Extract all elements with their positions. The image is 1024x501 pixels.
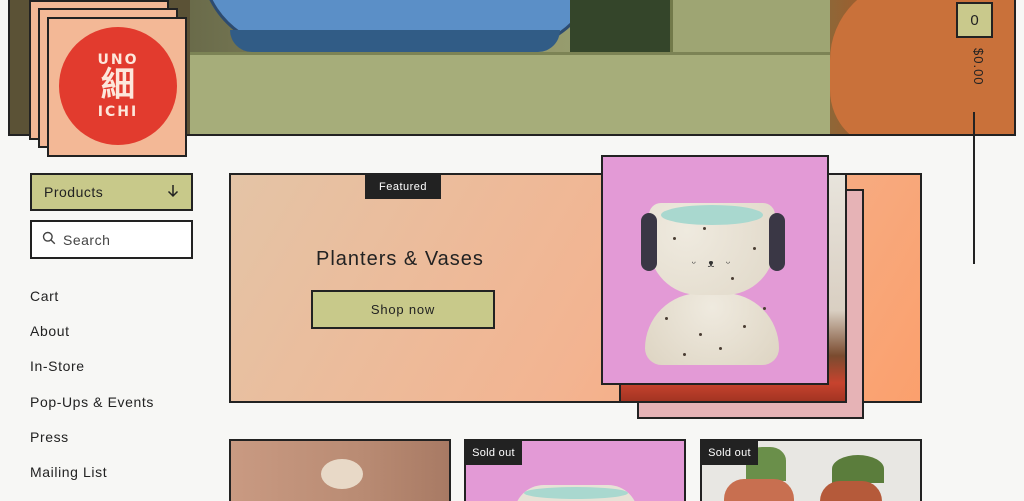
- product-image: [724, 479, 794, 501]
- concrete-slab-shape: [190, 52, 830, 134]
- products-dropdown-button[interactable]: Products: [30, 173, 193, 211]
- sold-out-badge: Sold out: [701, 441, 758, 465]
- product-card[interactable]: [229, 439, 451, 501]
- shop-now-button[interactable]: Shop now: [311, 290, 495, 329]
- search-icon: [42, 230, 56, 249]
- nav-item-pop-ups-events[interactable]: Pop-Ups & Events: [30, 394, 154, 429]
- sidebar-nav: Cart About In-Store Pop-Ups & Events Pre…: [30, 288, 154, 499]
- planter-ear-left: [641, 213, 657, 271]
- sold-out-badge: Sold out: [465, 441, 522, 465]
- logo-emblem: UNO 細 ICHI: [59, 27, 177, 145]
- nav-item-in-store[interactable]: In-Store: [30, 358, 154, 393]
- product-image: [321, 459, 363, 489]
- cart-count-button[interactable]: 0: [956, 2, 993, 38]
- site-logo[interactable]: UNO 細 ICHI: [29, 0, 199, 160]
- featured-photo[interactable]: ᵕ ᴥ ᵕ: [601, 155, 829, 385]
- planter-base-shape: [645, 293, 779, 365]
- search-input[interactable]: [63, 231, 173, 248]
- cart-divider-line: [973, 112, 975, 264]
- logo-text-kanji: 細: [101, 65, 135, 106]
- nav-item-about[interactable]: About: [30, 323, 154, 358]
- planter-ear-right: [769, 213, 785, 271]
- logo-text-bottom: ICHI: [97, 103, 139, 120]
- planter-face: ᵕ ᴥ ᵕ: [691, 257, 735, 270]
- concrete-post-shape: [670, 0, 830, 52]
- arrow-down-icon: [167, 184, 179, 201]
- featured-badge: Featured: [365, 174, 441, 199]
- nav-item-cart[interactable]: Cart: [30, 288, 154, 323]
- nav-item-mailing-list[interactable]: Mailing List: [30, 464, 154, 499]
- cart-total: $0.00: [971, 48, 986, 86]
- products-label: Products: [44, 184, 104, 200]
- search-field[interactable]: [30, 220, 193, 259]
- nav-item-press[interactable]: Press: [30, 429, 154, 464]
- featured-title: Planters & Vases: [316, 248, 484, 270]
- foliage-shape: [570, 0, 670, 52]
